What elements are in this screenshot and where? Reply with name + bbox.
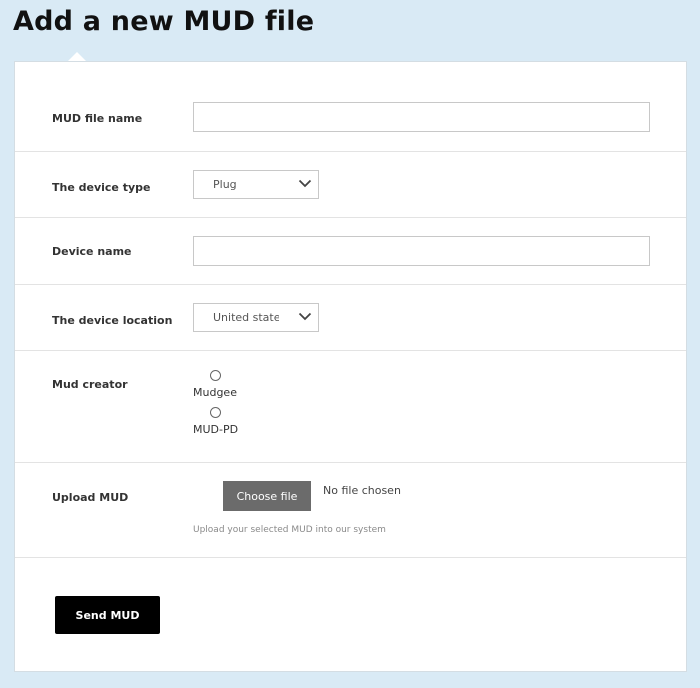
upload-mud-label: Upload MUD <box>52 491 129 504</box>
file-status-text: No file chosen <box>323 484 401 497</box>
send-mud-button[interactable]: Send MUD <box>55 596 160 634</box>
mud-creator-label: Mud creator <box>52 378 128 391</box>
device-type-selected-value: Plug <box>213 178 237 191</box>
chevron-down-icon <box>298 179 312 188</box>
radio-mud-pd[interactable] <box>210 407 221 418</box>
radio-mudgee[interactable] <box>210 370 221 381</box>
page-title: Add a new MUD file <box>13 6 315 37</box>
choose-file-button[interactable]: Choose file <box>223 481 311 511</box>
chevron-down-icon <box>298 312 312 321</box>
device-type-row: The device type Plug <box>15 152 686 218</box>
mud-file-name-input[interactable] <box>193 102 650 132</box>
device-name-label: Device name <box>52 245 132 258</box>
mud-file-name-label: MUD file name <box>52 112 143 125</box>
upload-mud-row: Upload MUD Choose file No file chosen Up… <box>15 463 686 558</box>
device-location-row: The device location United states <box>15 285 686 351</box>
device-location-select[interactable]: United states <box>193 303 319 332</box>
device-name-row: Device name <box>15 218 686 285</box>
mud-file-name-row: MUD file name <box>15 62 686 152</box>
radio-mudgee-label: Mudgee <box>193 386 237 399</box>
mud-creator-row: Mud creator Mudgee MUD-PD <box>15 351 686 463</box>
device-location-selected-value: United states <box>213 311 279 324</box>
device-type-label: The device type <box>52 181 151 194</box>
card-notch <box>68 52 86 61</box>
device-type-select[interactable]: Plug <box>193 170 319 199</box>
device-location-label: The device location <box>52 314 173 327</box>
radio-mud-pd-label: MUD-PD <box>193 423 239 436</box>
upload-help-text: Upload your selected MUD into our system <box>193 525 386 535</box>
device-name-input[interactable] <box>193 236 650 266</box>
mud-form-card: MUD file name The device type Plug Devic… <box>14 61 687 672</box>
